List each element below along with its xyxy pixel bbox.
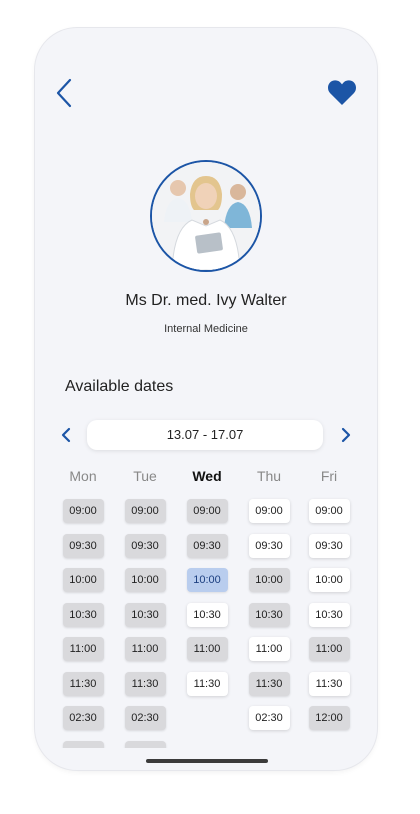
favorite-button[interactable] xyxy=(327,78,357,106)
chevron-right-icon xyxy=(341,427,351,443)
time-slot-grid: Mon 09:00 09:30 10:00 10:30 11:00 11:30 02:30 Tu… xyxy=(57,468,367,748)
time-slot: 11:00 xyxy=(62,637,104,661)
day-column-wed: Wed 09:00 09:30 10:00 10:30 11:00 11:30 xyxy=(185,468,229,706)
doctor-name: Ms Dr. med. Ivy Walter xyxy=(125,292,287,309)
time-slot: 11:00 xyxy=(124,637,166,661)
previous-week-button[interactable] xyxy=(59,426,73,444)
day-column-thu: Thu 09:00 09:30 10:00 10:30 11:00 11:30 02:30 xyxy=(247,468,291,741)
time-slot: 09:30 xyxy=(186,533,228,558)
day-column-fri: Fri 09:00 09:30 10:00 10:30 11:00 11:30 12:00 xyxy=(307,468,351,741)
time-slot[interactable]: 09:00 xyxy=(308,499,350,523)
day-label: Fri xyxy=(320,468,338,484)
time-slot[interactable]: 10:30 xyxy=(186,602,228,627)
time-slot: 10:00 xyxy=(248,568,290,592)
time-slot[interactable]: 10:00 xyxy=(186,568,228,592)
doctor-avatar xyxy=(150,160,262,272)
time-slot: 12:00 xyxy=(308,706,350,730)
time-slot: 10:30 xyxy=(124,602,166,627)
time-slot: 10:00 xyxy=(124,568,166,592)
time-slot: 10:30 xyxy=(62,602,104,627)
chevron-left-icon xyxy=(56,78,72,108)
available-dates-title: Available dates xyxy=(65,378,174,395)
day-column-tue: Tue 09:00 09:30 10:00 10:30 11:00 11:30 02:30 xyxy=(123,468,167,748)
time-slot: 09:00 xyxy=(186,499,228,523)
time-slot-cutoff xyxy=(124,740,166,748)
time-slot: 11:30 xyxy=(248,671,290,696)
day-label: Mon xyxy=(69,468,97,484)
time-slot[interactable]: 10:30 xyxy=(308,602,350,627)
home-indicator[interactable] xyxy=(146,759,268,763)
time-slot: 09:00 xyxy=(124,499,166,523)
day-label: Wed xyxy=(192,468,222,484)
week-range-selector[interactable]: 13.07 - 17.07 xyxy=(87,420,323,450)
heart-icon xyxy=(327,80,357,105)
doctor-photo-image xyxy=(152,162,260,270)
time-slot: 02:30 xyxy=(124,706,166,730)
next-week-button[interactable] xyxy=(339,426,353,444)
time-slot: 09:30 xyxy=(124,533,166,558)
time-slot: 11:30 xyxy=(124,671,166,696)
time-slot[interactable]: 11:30 xyxy=(308,671,350,696)
day-column-mon: Mon 09:00 09:30 10:00 10:30 11:00 11:30 02:30 xyxy=(61,468,105,748)
time-slot: 09:00 xyxy=(62,499,104,523)
time-slot[interactable]: 09:30 xyxy=(308,533,350,558)
time-slot: 11:00 xyxy=(186,637,228,661)
time-slot: 02:30 xyxy=(62,706,104,730)
chevron-left-icon xyxy=(61,427,71,443)
time-slot[interactable]: 10:00 xyxy=(308,568,350,592)
phone-screen: Ms Dr. med. Ivy Walter Internal Medicine… xyxy=(35,28,377,770)
time-slot: 09:30 xyxy=(62,533,104,558)
time-slot[interactable]: 11:30 xyxy=(186,671,228,696)
day-label: Tue xyxy=(133,468,157,484)
time-slot-cutoff xyxy=(62,740,104,748)
back-button[interactable] xyxy=(53,78,77,108)
time-slot[interactable]: 09:00 xyxy=(248,499,290,523)
time-slot: 11:00 xyxy=(308,637,350,661)
time-slot: 10:30 xyxy=(248,602,290,627)
time-slot[interactable]: 02:30 xyxy=(248,706,290,730)
day-label: Thu xyxy=(256,468,282,484)
doctor-specialty: Internal Medicine xyxy=(164,323,248,335)
time-slot[interactable]: 11:00 xyxy=(248,637,290,661)
time-slot[interactable]: 09:30 xyxy=(248,533,290,558)
time-slot: 11:30 xyxy=(62,671,104,696)
time-slot: 10:00 xyxy=(62,568,104,592)
